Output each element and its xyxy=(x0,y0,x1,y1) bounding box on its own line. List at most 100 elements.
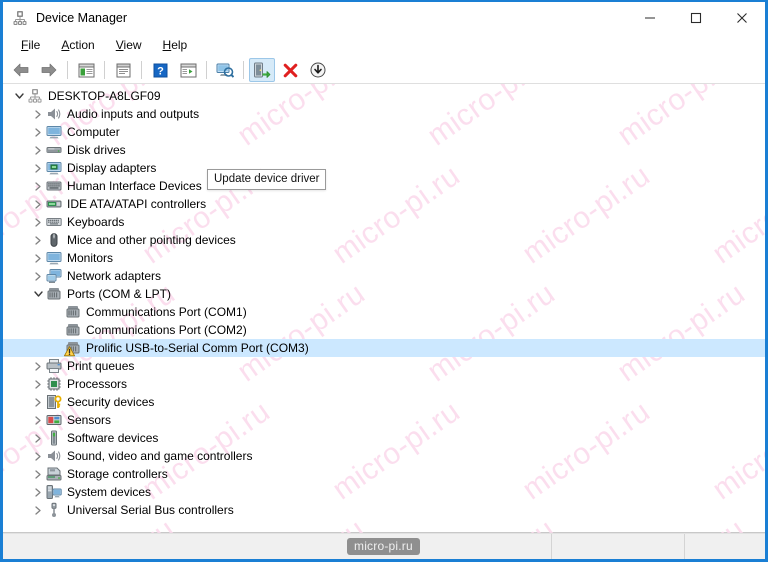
tree-row[interactable]: Software devices xyxy=(3,429,765,447)
tree-row[interactable]: Computer xyxy=(3,123,765,141)
chevron-right-icon[interactable] xyxy=(30,159,46,177)
show-hide-console-tree-icon[interactable] xyxy=(73,58,99,82)
tree-row[interactable]: System devices xyxy=(3,483,765,501)
chevron-right-icon[interactable] xyxy=(30,447,46,465)
tree-row[interactable]: Communications Port (COM2) xyxy=(3,321,765,339)
uninstall-device-icon[interactable] xyxy=(277,58,303,82)
port-icon xyxy=(64,340,81,357)
tree-row-label: Communications Port (COM2) xyxy=(86,323,247,337)
close-button[interactable] xyxy=(719,2,765,33)
tree-row-label: Monitors xyxy=(67,251,114,265)
toolbar-separator xyxy=(206,61,207,79)
chevron-right-icon[interactable] xyxy=(30,213,46,231)
minimize-button[interactable] xyxy=(627,2,673,33)
tree-row[interactable]: Network adapters xyxy=(3,267,765,285)
system-device-icon xyxy=(46,484,62,500)
list-view-icon[interactable] xyxy=(175,58,201,82)
ide-controller-icon xyxy=(46,196,62,212)
device-manager-icon xyxy=(12,10,28,26)
speaker-icon xyxy=(46,106,62,122)
software-device-icon xyxy=(46,430,62,446)
port-icon xyxy=(65,322,81,338)
mouse-icon xyxy=(46,232,62,248)
chevron-right-icon[interactable] xyxy=(30,357,46,375)
tree-row-label: Display adapters xyxy=(67,161,157,175)
tree-row-selected[interactable]: Prolific USB-to-Serial Comm Port (COM3) xyxy=(3,339,765,357)
tree-row[interactable]: Human Interface Devices xyxy=(3,177,765,195)
monitor-icon xyxy=(46,250,62,266)
chevron-down-icon[interactable] xyxy=(30,285,46,303)
status-pane-2 xyxy=(552,534,685,559)
chevron-right-icon[interactable] xyxy=(30,177,46,195)
tree-row-label: Communications Port (COM1) xyxy=(86,305,247,319)
menu-file[interactable]: File xyxy=(11,35,50,55)
chevron-right-icon[interactable] xyxy=(30,231,46,249)
tree-row[interactable]: Audio inputs and outputs xyxy=(3,105,765,123)
maximize-button[interactable] xyxy=(673,2,719,33)
tree-row[interactable]: Universal Serial Bus controllers xyxy=(3,501,765,519)
chevron-right-icon[interactable] xyxy=(30,141,46,159)
properties-icon[interactable] xyxy=(110,58,136,82)
chevron-right-icon[interactable] xyxy=(30,483,46,501)
port-icon xyxy=(46,286,62,302)
tree-row-label: Ports (COM & LPT) xyxy=(67,287,172,301)
chevron-right-icon[interactable] xyxy=(30,429,46,447)
tree-row[interactable]: DESKTOP-A8LGF09 xyxy=(3,87,765,105)
status-bar: micro-pi.ru xyxy=(3,533,765,559)
sensor-icon xyxy=(46,412,62,428)
tree-row-label: Prolific USB-to-Serial Comm Port (COM3) xyxy=(86,341,309,355)
chevron-right-icon[interactable] xyxy=(30,375,46,393)
tree-row[interactable]: Communications Port (COM1) xyxy=(3,303,765,321)
tree-row[interactable]: Security devices xyxy=(3,393,765,411)
network-adapter-icon xyxy=(46,268,62,284)
svg-text:?: ? xyxy=(157,65,164,77)
tree-row[interactable]: IDE ATA/ATAPI controllers xyxy=(3,195,765,213)
tree-row[interactable]: Ports (COM & LPT) xyxy=(3,285,765,303)
disable-device-icon[interactable] xyxy=(305,58,331,82)
device-tree-panel[interactable]: DESKTOP-A8LGF09 Audio inputs and outputs C… xyxy=(3,84,765,533)
chevron-right-icon[interactable] xyxy=(30,105,46,123)
tree-row-label: Processors xyxy=(67,377,128,391)
chevron-right-icon[interactable] xyxy=(30,465,46,483)
tree-row-label: Sensors xyxy=(67,413,112,427)
chevron-right-icon[interactable] xyxy=(30,393,46,411)
tree-row[interactable]: Keyboards xyxy=(3,213,765,231)
chevron-right-icon[interactable] xyxy=(30,195,46,213)
tooltip: Update device driver xyxy=(207,169,327,190)
menu-view[interactable]: View xyxy=(106,35,152,55)
back-icon[interactable] xyxy=(8,58,34,82)
chevron-right-icon[interactable] xyxy=(30,249,46,267)
disk-drive-icon xyxy=(46,142,62,158)
tree-row[interactable]: Print queues xyxy=(3,357,765,375)
chevron-right-icon[interactable] xyxy=(30,267,46,285)
tree-row[interactable]: Sensors xyxy=(3,411,765,429)
menu-help[interactable]: Help xyxy=(153,35,198,55)
keyboard-icon xyxy=(46,214,62,230)
chevron-down-icon[interactable] xyxy=(11,87,27,105)
chevron-right-icon[interactable] xyxy=(30,123,46,141)
forward-icon[interactable] xyxy=(36,58,62,82)
tree-row[interactable]: Mice and other pointing devices xyxy=(3,231,765,249)
menu-bar: File Action View Help xyxy=(3,33,765,57)
help-icon[interactable]: ? xyxy=(147,58,173,82)
scan-hardware-changes-icon[interactable] xyxy=(212,58,238,82)
tree-row[interactable]: Processors xyxy=(3,375,765,393)
tree-row-label: Software devices xyxy=(67,431,159,445)
menu-action[interactable]: Action xyxy=(51,35,104,55)
sound-controller-icon xyxy=(46,448,62,464)
tree-row[interactable]: Monitors xyxy=(3,249,765,267)
update-device-driver-icon[interactable] xyxy=(249,58,275,82)
tree-row[interactable]: Display adapters xyxy=(3,159,765,177)
tree-row[interactable]: Sound, video and game controllers xyxy=(3,447,765,465)
toolbar-separator xyxy=(104,61,105,79)
tree-row[interactable]: Storage controllers xyxy=(3,465,765,483)
printer-icon xyxy=(46,358,62,374)
tree-row-label: Print queues xyxy=(67,359,135,373)
tree-row[interactable]: Disk drives xyxy=(3,141,765,159)
display-adapter-icon xyxy=(46,160,62,176)
storage-controller-icon xyxy=(46,466,62,482)
chevron-right-icon[interactable] xyxy=(30,411,46,429)
chevron-right-icon[interactable] xyxy=(30,501,46,519)
